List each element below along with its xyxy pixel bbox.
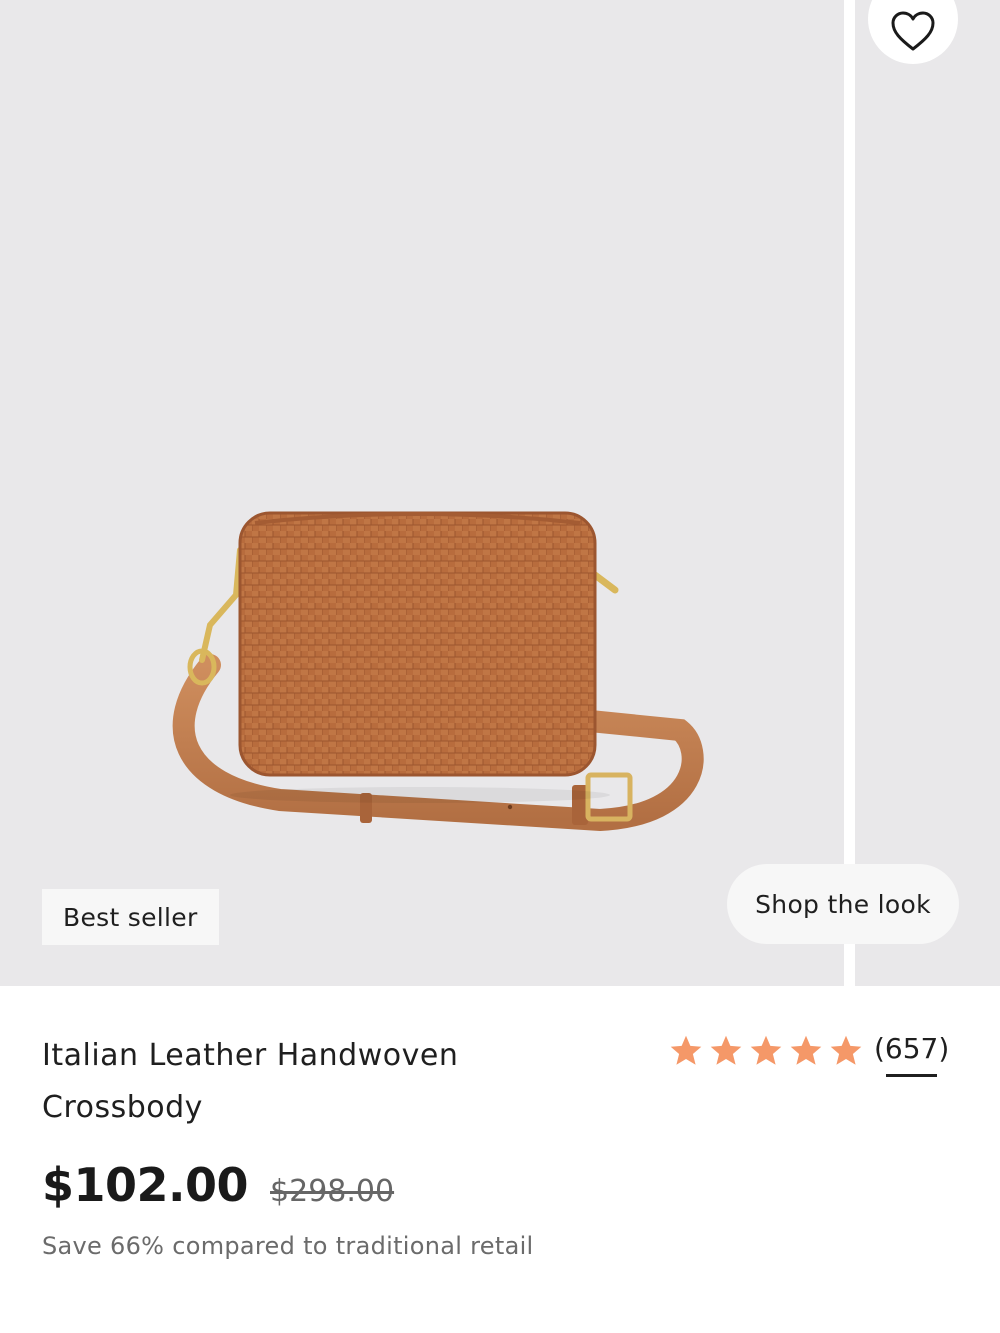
savings-text: Save 66% compared to traditional retail: [42, 1232, 534, 1260]
shop-the-look-button[interactable]: Shop the look: [727, 864, 959, 944]
product-title: Italian Leather Handwoven Crossbody: [42, 1038, 459, 1125]
product-image-gallery[interactable]: Best seller Shop the look: [0, 0, 1000, 986]
product-photo: [172, 511, 704, 832]
next-image-slide-peek[interactable]: [855, 0, 1000, 986]
product-rating[interactable]: (657): [668, 1032, 950, 1077]
price-row: $102.00 $298.00: [42, 1158, 394, 1212]
star-rating: [668, 1033, 864, 1069]
star-icon: [670, 1035, 702, 1065]
original-price: $298.00: [270, 1174, 395, 1209]
review-count-text: (657): [874, 1032, 950, 1065]
star-icon: [750, 1035, 782, 1065]
product-image-slide[interactable]: [0, 0, 844, 986]
star-icon: [830, 1035, 862, 1065]
review-count-link[interactable]: (657): [874, 1032, 950, 1077]
heart-icon: [891, 11, 935, 51]
review-count-underline: [886, 1074, 938, 1077]
star-icon: [710, 1035, 742, 1065]
best-seller-badge: Best seller: [42, 889, 219, 945]
star-icon: [790, 1035, 822, 1065]
sale-price: $102.00: [42, 1158, 249, 1212]
